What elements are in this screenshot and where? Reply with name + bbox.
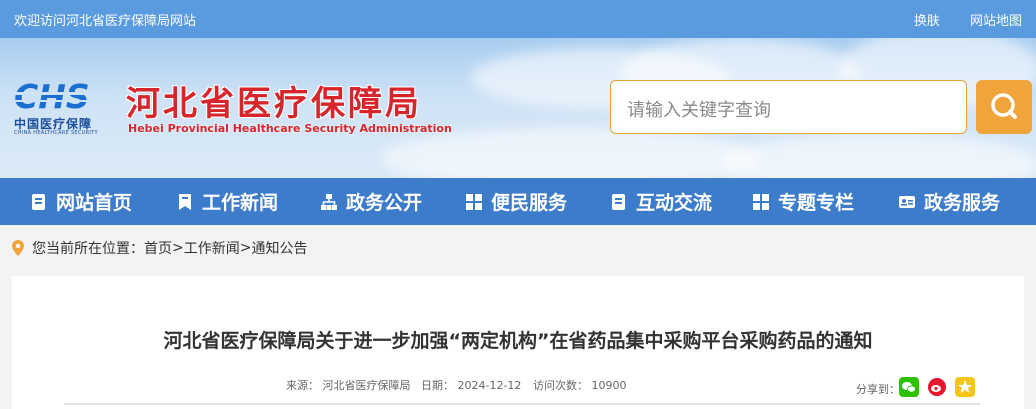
date-value: 2024-12-12 [457, 379, 522, 392]
logo-en-small: CHINA HEALTHCARE SECURITY [14, 130, 98, 136]
nav-item-gov-service[interactable]: 政务服务 [898, 178, 1000, 225]
breadcrumb-separator: > [239, 240, 252, 256]
nav-item-interaction[interactable]: 互动交流 [610, 178, 712, 225]
wechat-icon [902, 382, 916, 393]
nav-label: 政务公开 [346, 192, 423, 214]
article-visits: 访问次数： 10900 [533, 377, 627, 393]
source-label: 来源： [286, 379, 319, 392]
breadcrumb-separator: > [172, 240, 184, 256]
site-header: CHS 中国医疗保障 CHINA HEALTHCARE SECURITY 河北省… [0, 38, 1036, 178]
document-icon [612, 193, 625, 210]
grid-icon [753, 193, 769, 210]
visits-label: 访问次数： [533, 379, 588, 392]
article-date: 日期： 2024-12-12 [421, 377, 521, 393]
nav-item-news[interactable]: 工作新闻 [176, 178, 278, 225]
nav-item-topics[interactable]: 专题专栏 [752, 178, 854, 225]
nav-item-home[interactable]: 网站首页 [30, 178, 132, 225]
weibo-icon [928, 378, 946, 396]
breadcrumb-home[interactable]: 首页 [144, 238, 172, 258]
skin-link[interactable]: 换肤 [914, 14, 940, 29]
qzone-share-button[interactable] [955, 377, 975, 397]
divider [64, 403, 980, 405]
nav-item-gov-open[interactable]: 政务公开 [320, 178, 422, 225]
nav-item-services[interactable]: 便民服务 [465, 178, 567, 225]
breadcrumb-current[interactable]: 通知公告 [251, 238, 307, 258]
top-bar: 欢迎访问河北省医疗保障局网站 换肤 网站地图 [0, 0, 1036, 38]
wechat-share-button[interactable] [899, 377, 919, 397]
nav-label: 网站首页 [56, 192, 133, 214]
nav-label: 专题专栏 [778, 192, 855, 214]
date-label: 日期： [421, 379, 454, 392]
source-value: 河北省医疗保障局 [322, 379, 411, 392]
share-label: 分享到： [856, 383, 900, 396]
bookmark-icon [179, 193, 191, 210]
breadcrumb: 您当前所在位置： 首页 > 工作新闻 > 通知公告 [12, 238, 307, 258]
sitemap-link[interactable]: 网站地图 [970, 14, 1022, 29]
search-input[interactable]: 请输入关键字查询 [610, 80, 967, 134]
breadcrumb-prefix: 您当前所在位置： [32, 241, 144, 257]
chs-logo-icon[interactable]: CHS [14, 78, 108, 114]
nav-label: 便民服务 [491, 192, 568, 214]
site-title[interactable]: 河北省医疗保障局 [126, 76, 422, 125]
nav-label: 工作新闻 [202, 192, 279, 214]
main-nav: 网站首页 工作新闻 政务公开 便民服务 互动交流 专题专栏 政务服务 [0, 178, 1036, 225]
top-links: 换肤 网站地图 [902, 10, 1036, 29]
nav-label: 互动交流 [636, 192, 713, 214]
weibo-share-button[interactable] [927, 377, 947, 397]
search-icon [991, 93, 1017, 119]
article-source: 来源： 河北省医疗保障局 [286, 377, 411, 393]
welcome-text: 欢迎访问河北省医疗保障局网站 [14, 14, 197, 29]
location-pin-icon [12, 240, 24, 256]
breadcrumb-news[interactable]: 工作新闻 [184, 238, 240, 258]
search-button[interactable] [976, 80, 1032, 134]
svg-text:CHS: CHS [14, 78, 90, 114]
nav-label: 政务服务 [924, 192, 1001, 214]
article-title: 河北省医疗保障局关于进一步加强“两定机构”在省药品集中采购平台采购药品的通知 [163, 330, 873, 352]
visits-value: 10900 [591, 379, 627, 392]
star-icon [958, 380, 972, 393]
grid-icon [466, 193, 482, 210]
site-subtitle: Hebei Provincial Healthcare Security Adm… [128, 122, 452, 135]
document-icon [32, 193, 45, 210]
id-card-icon [899, 195, 915, 208]
org-chart-icon [321, 193, 337, 210]
